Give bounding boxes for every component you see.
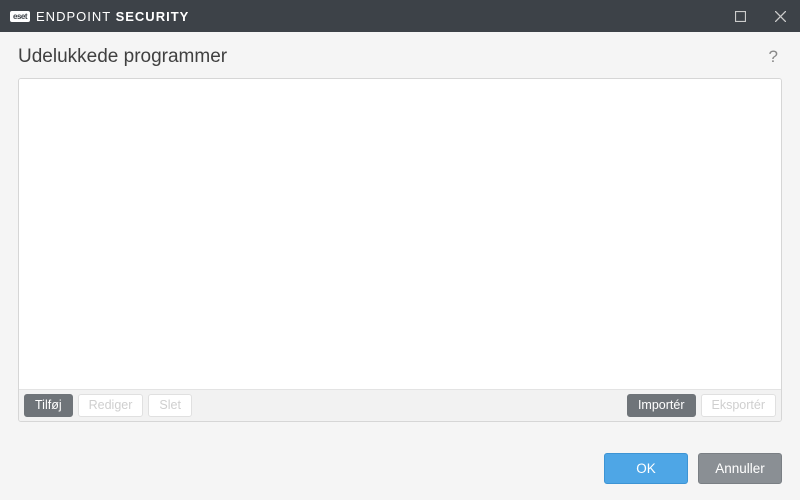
excluded-apps-panel: Tilføj Rediger Slet Importér Eksportér [18,78,782,422]
maximize-icon [735,11,746,22]
delete-button: Slet [148,394,192,417]
help-button[interactable]: ? [765,47,782,67]
export-button: Eksportér [701,394,777,417]
excluded-apps-list[interactable] [19,79,781,389]
product-name-light: ENDPOINT [36,9,116,24]
panel-toolbar: Tilføj Rediger Slet Importér Eksportér [19,389,781,421]
titlebar: eset ENDPOINT SECURITY [0,0,800,32]
product-name: ENDPOINT SECURITY [36,9,189,24]
close-icon [775,11,786,22]
dialog-body: Udelukkede programmer ? Tilføj Rediger S… [0,32,800,500]
add-button[interactable]: Tilføj [24,394,73,417]
product-name-bold: SECURITY [116,9,190,24]
import-button[interactable]: Importér [627,394,696,417]
logo-badge: eset [10,11,30,22]
page-title: Udelukkede programmer [18,46,765,68]
edit-button: Rediger [78,394,144,417]
dialog-footer: OK Annuller [18,435,782,484]
cancel-button[interactable]: Annuller [698,453,782,484]
header-row: Udelukkede programmer ? [18,46,782,68]
ok-button[interactable]: OK [604,453,688,484]
close-button[interactable] [760,0,800,32]
maximize-button[interactable] [720,0,760,32]
app-logo: eset ENDPOINT SECURITY [10,9,189,24]
